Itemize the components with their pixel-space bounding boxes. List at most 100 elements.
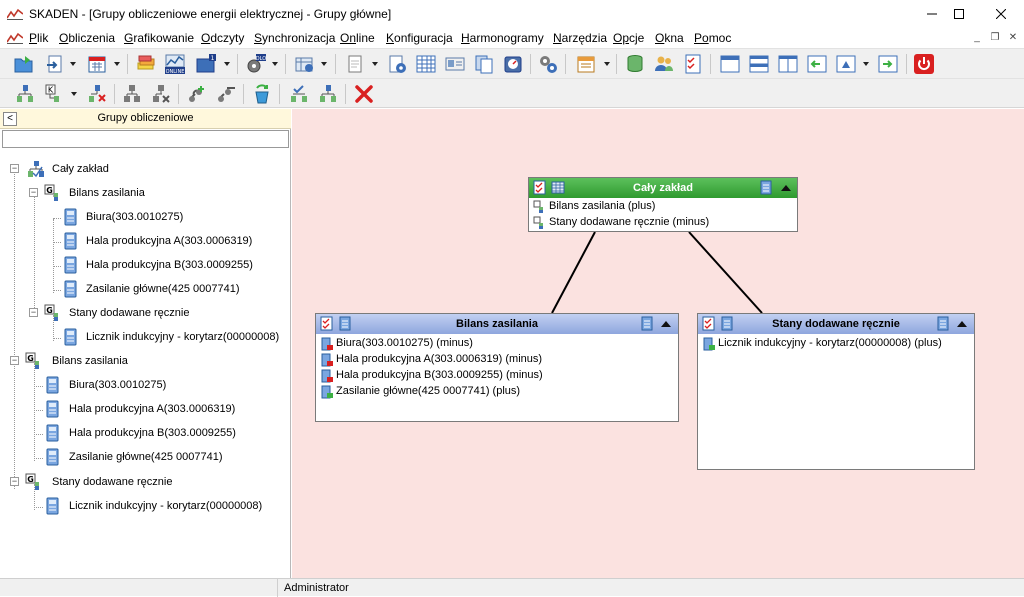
table-icon[interactable] (415, 53, 437, 75)
constant-icon[interactable] (936, 316, 950, 331)
refresh-bucket-icon[interactable] (251, 83, 273, 105)
group-box-caly-zaklad[interactable]: Cały zakład Bilans zasilania (plus) Stan… (528, 177, 798, 232)
online-icon[interactable]: ONLINE (164, 53, 186, 75)
tree-node-caly-zaklad[interactable]: − Cały zakład (0, 160, 290, 180)
menu-online[interactable]: Online (340, 31, 375, 45)
check-group-icon[interactable] (288, 83, 310, 105)
tree-node-meter[interactable]: Zasilanie główne(425 0007741) (0, 448, 290, 468)
copy-pages-icon[interactable] (473, 53, 495, 75)
diagram-canvas[interactable]: Cały zakład Bilans zasilania (plus) Stan… (292, 109, 1024, 578)
users-icon[interactable] (653, 53, 675, 75)
group-box-bilans-zasilania[interactable]: Bilans zasilania Biura(303.0010275) (min… (315, 313, 679, 422)
tree-expander[interactable]: − (10, 164, 19, 173)
menu-okna[interactable]: Okna (655, 31, 684, 45)
close-button[interactable] (978, 0, 1024, 28)
network-settings-icon[interactable] (537, 53, 559, 75)
back-window-icon[interactable] (806, 53, 828, 75)
tile-vertical-icon[interactable] (777, 53, 799, 75)
tree-expander[interactable]: − (10, 477, 19, 486)
dropdown-arrow-icon[interactable] (71, 92, 77, 96)
calendar-icon[interactable] (86, 53, 108, 75)
blank-document-icon[interactable] (344, 53, 366, 75)
link-add-icon[interactable] (186, 83, 208, 105)
tree-node-meter[interactable]: Licznik indukcyjny - korytarz(00000008) (0, 497, 290, 517)
panel-search-input[interactable] (2, 130, 289, 148)
menu-pomoc[interactable]: Pomoc (694, 31, 731, 45)
tree-expander[interactable]: − (10, 356, 19, 365)
menu-konfiguracja[interactable]: Konfiguracja (386, 31, 453, 45)
constant-icon[interactable] (640, 316, 654, 331)
forward-window-icon[interactable] (877, 53, 899, 75)
dropdown-arrow-icon[interactable] (604, 62, 610, 66)
tree-icon[interactable] (121, 83, 143, 105)
mdi-restore-button[interactable]: ❐ (988, 31, 1002, 45)
delete-group-icon[interactable] (86, 83, 108, 105)
notes-stack-icon[interactable] (135, 53, 157, 75)
collapse-arrow-icon[interactable] (661, 321, 671, 327)
tree-node-bilans-zasilania[interactable]: − G Bilans zasilania (0, 184, 290, 204)
tree-node-bilans-zasilania[interactable]: − G Bilans zasilania (0, 352, 290, 372)
mdi-minimize-button[interactable]: _ (970, 31, 984, 45)
database-icon[interactable] (624, 53, 646, 75)
tile-horizontal-icon[interactable] (748, 53, 770, 75)
menu-narzedzia[interactable]: Narzędzia (553, 31, 607, 45)
tree-node-meter[interactable]: Hala produkcyjna B(303.0009255) (0, 424, 290, 444)
collapse-arrow-icon[interactable] (781, 185, 791, 191)
menu-harmonogramy[interactable]: Harmonogramy (461, 31, 544, 45)
power-icon[interactable] (913, 53, 935, 75)
delete-icon[interactable] (353, 83, 375, 105)
tree-expander[interactable]: − (29, 188, 38, 197)
tree-node-stany-dodawane[interactable]: − G Stany dodawane ręcznie (0, 473, 290, 493)
tree-expander[interactable]: − (29, 308, 38, 317)
dropdown-arrow-icon[interactable] (272, 62, 278, 66)
card-stack-icon[interactable]: 1 (195, 53, 217, 75)
tree-node-meter[interactable]: Licznik indukcyjny - korytarz(00000008) (0, 328, 290, 348)
meter-device-icon[interactable] (502, 53, 524, 75)
group-box-header[interactable]: Cały zakład (529, 178, 797, 198)
id-card-icon[interactable] (444, 53, 466, 75)
tree-node-stany-dodawane[interactable]: − G Stany dodawane ręcznie (0, 304, 290, 324)
link-remove-icon[interactable] (215, 83, 237, 105)
document-arrow-icon[interactable] (44, 53, 66, 75)
maximize-button[interactable] (936, 0, 982, 28)
group-box-header[interactable]: Bilans zasilania (316, 314, 678, 334)
dropdown-arrow-icon[interactable] (114, 62, 120, 66)
tree-node-meter[interactable]: Zasilanie główne(425 0007741) (0, 280, 290, 300)
add-group-icon[interactable] (14, 83, 36, 105)
tree-line (53, 218, 61, 219)
group-box-stany-dodawane[interactable]: Stany dodawane ręcznie Licznik indukcyjn… (697, 313, 975, 470)
menu-opcje[interactable]: Opcje (613, 31, 644, 45)
checklist-icon[interactable] (682, 53, 704, 75)
group-box-row-label: Bilans zasilania (plus) (549, 200, 656, 212)
constant-icon[interactable] (759, 180, 773, 195)
tree-node-meter[interactable]: Biura(303.0010275) (0, 376, 290, 396)
group-box-header[interactable]: Stany dodawane ręcznie (698, 314, 974, 334)
dropdown-arrow-icon[interactable] (372, 62, 378, 66)
menu-obliczenia[interactable]: Obliczenia (59, 31, 115, 45)
add-constant-icon[interactable]: K (44, 83, 66, 105)
dropdown-arrow-icon[interactable] (321, 62, 327, 66)
tree-node-meter[interactable]: Hala produkcyjna A(303.0006319) (0, 400, 290, 420)
open-folder-icon[interactable] (13, 53, 35, 75)
calendar-edit-icon[interactable] (575, 53, 597, 75)
tree-node-meter[interactable]: Hala produkcyjna B(303.0009255) (0, 256, 290, 276)
dropdown-arrow-icon[interactable] (863, 62, 869, 66)
document-gear-icon[interactable] (386, 53, 408, 75)
mdi-close-button[interactable]: ✕ (1006, 31, 1020, 45)
tree-node-meter[interactable]: Biura(303.0010275) (0, 208, 290, 228)
dropdown-arrow-icon[interactable] (70, 62, 76, 66)
tree-node-meter[interactable]: Hala produkcyjna A(303.0006319) (0, 232, 290, 252)
grid-settings-icon[interactable] (293, 53, 315, 75)
dlo-gear-icon[interactable]: DLO (245, 53, 267, 75)
collapse-arrow-icon[interactable] (957, 321, 967, 327)
menu-grafikowanie[interactable]: Grafikowanie (124, 31, 194, 45)
menu-synchronizacja[interactable]: Synchronizacja (254, 31, 335, 45)
check-tree-icon[interactable] (317, 83, 339, 105)
dropdown-arrow-icon[interactable] (224, 62, 230, 66)
window-layout-icon[interactable] (719, 53, 741, 75)
collapse-panel-button[interactable]: < (3, 112, 17, 126)
menu-odczyty[interactable]: Odczyty (201, 31, 244, 45)
tree-delete-icon[interactable] (150, 83, 172, 105)
up-window-icon[interactable] (835, 53, 857, 75)
menu-plik[interactable]: Plik (29, 31, 48, 45)
